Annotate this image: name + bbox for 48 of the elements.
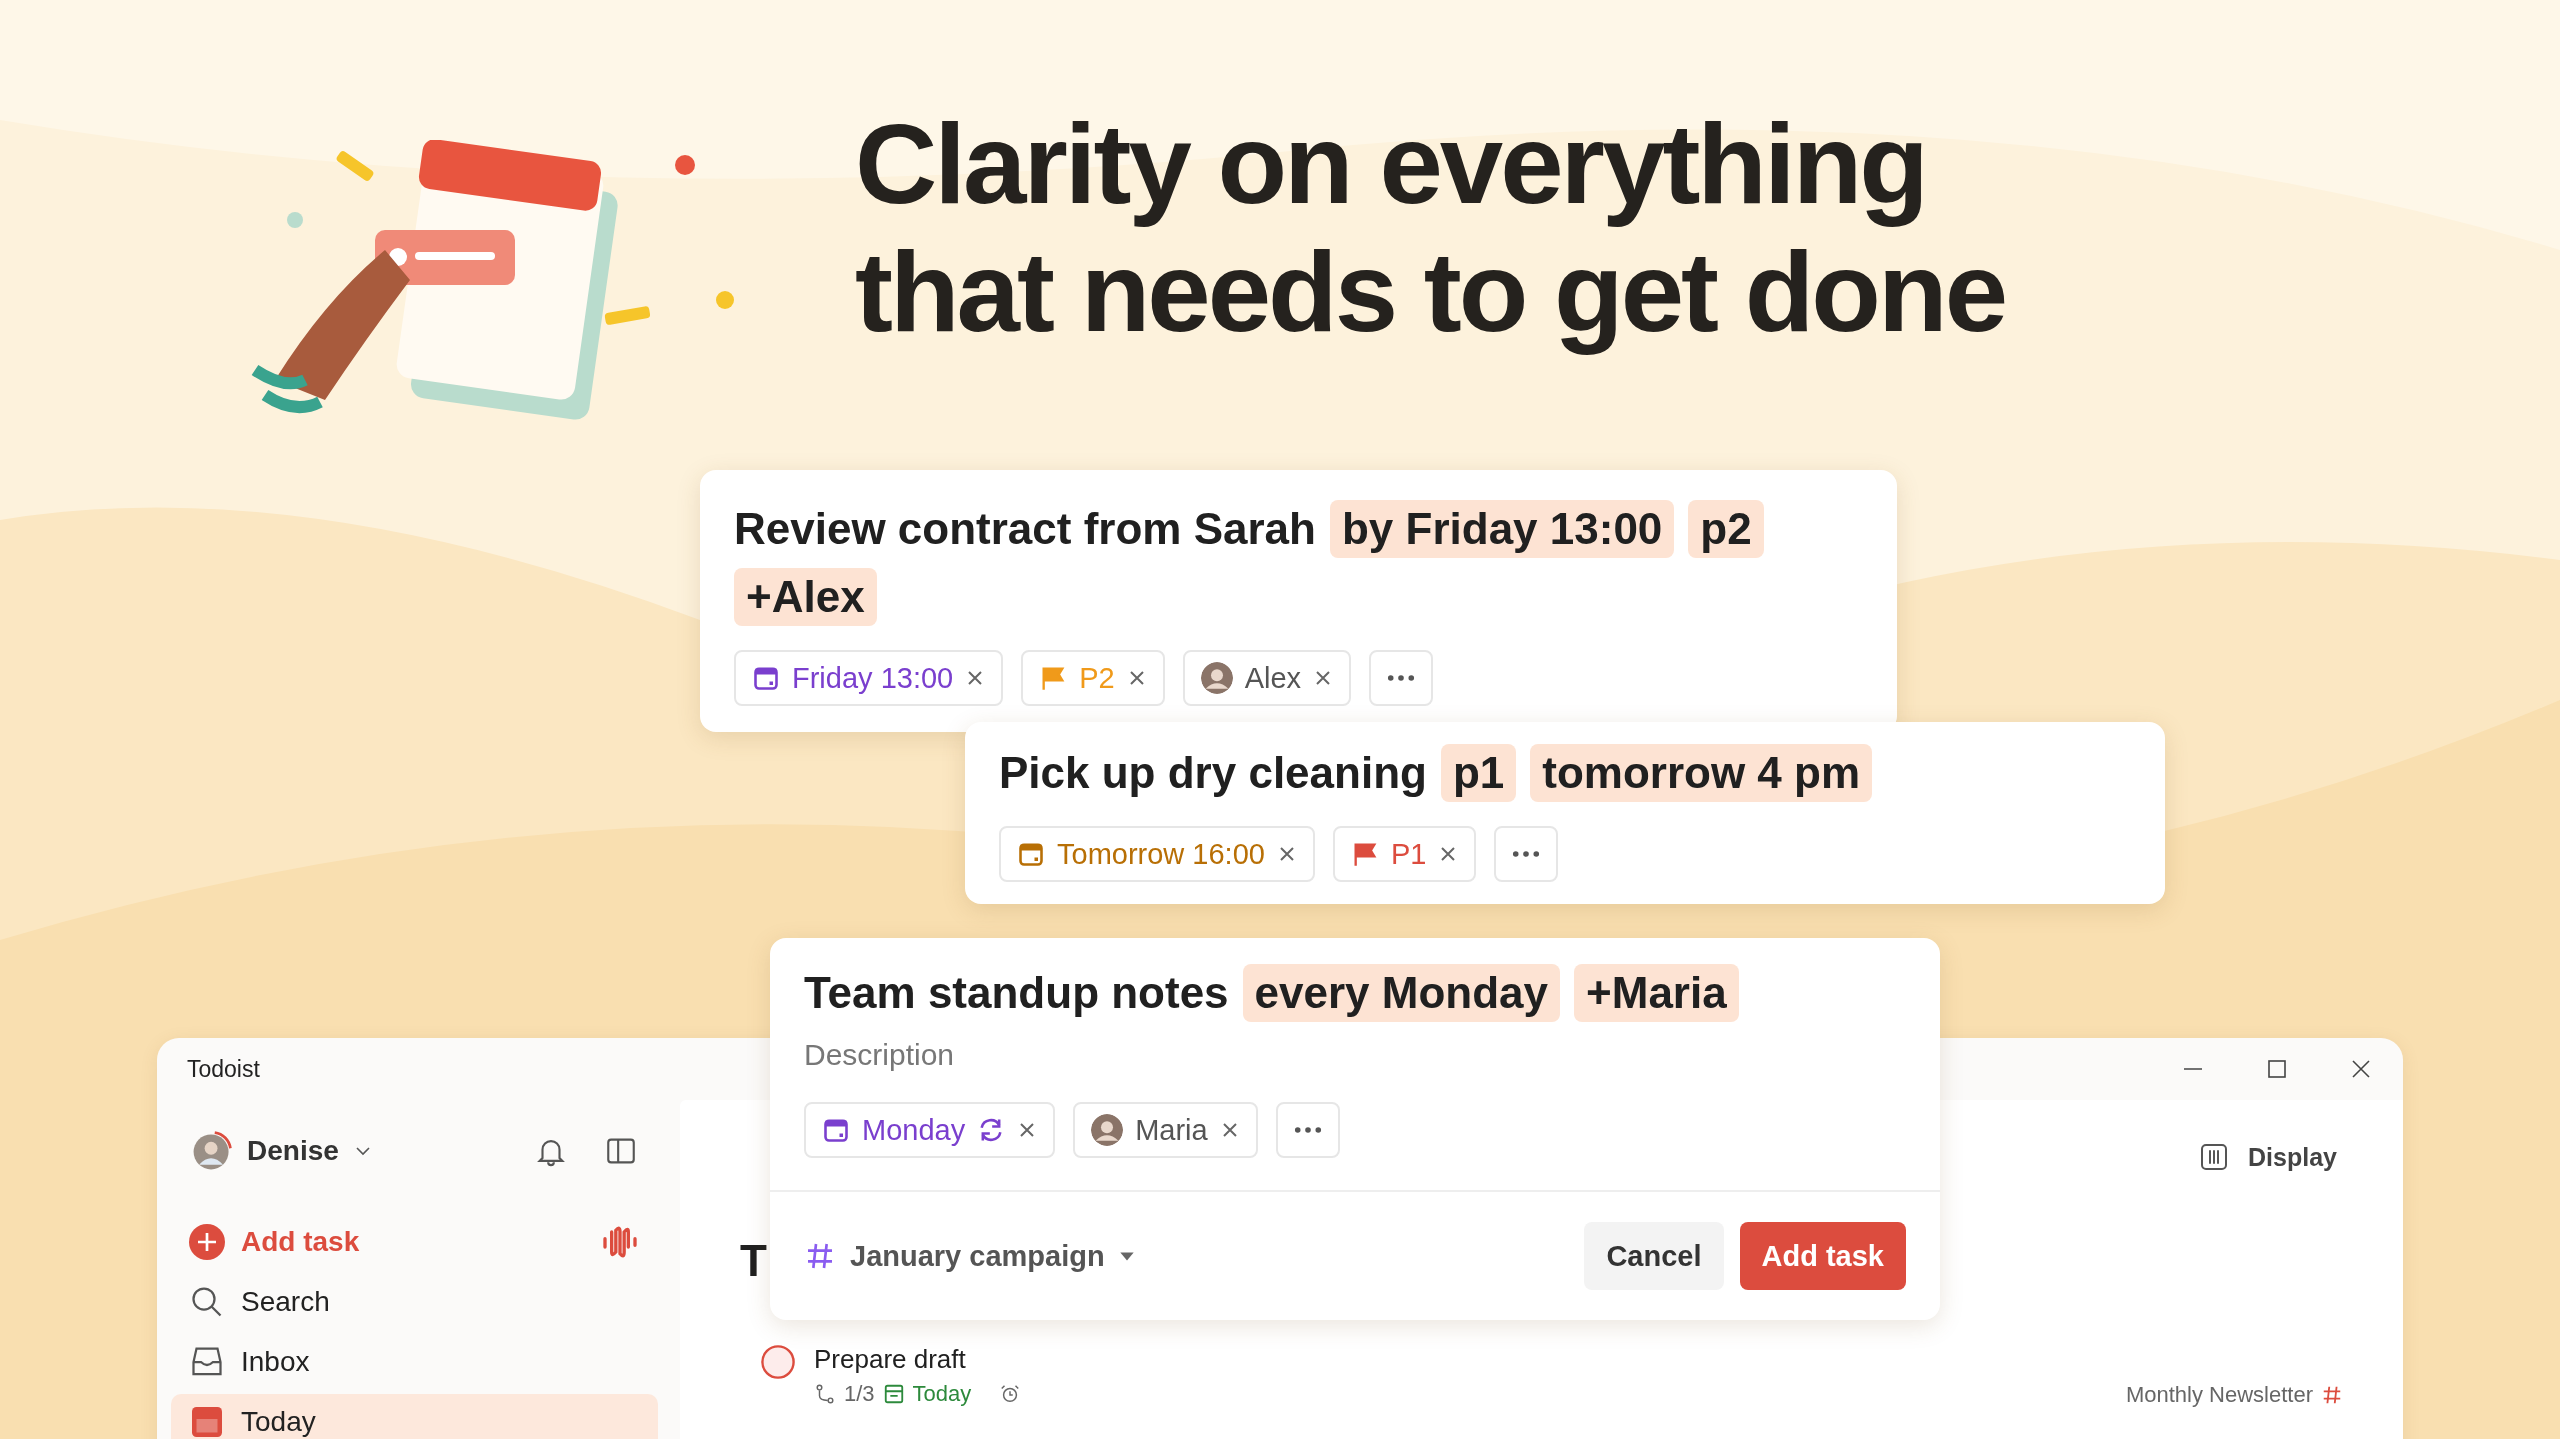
task-attribute-chip[interactable]: Alex <box>1182 650 1352 706</box>
task-attribute-chip[interactable]: P1 <box>1332 826 1477 882</box>
task-title: Review contract from Sarah <box>734 503 1316 555</box>
due-date: Today <box>912 1381 972 1407</box>
sidebar-item[interactable]: Today <box>171 1394 658 1439</box>
task-attribute-chip[interactable]: Maria <box>1073 1102 1258 1158</box>
display-button[interactable]: Display <box>2192 1140 2343 1174</box>
plus-icon <box>189 1224 225 1260</box>
more-icon <box>1387 674 1416 682</box>
parsed-token: tomorrow 4 pm <box>1530 744 1873 802</box>
subtask-icon <box>814 1383 836 1405</box>
calendar-icon <box>882 1383 905 1405</box>
user-menu[interactable]: Denise <box>189 1128 371 1174</box>
task-title: Pick up dry cleaning <box>999 747 1427 799</box>
sidebar-item[interactable]: Add task <box>171 1214 658 1270</box>
task-title: Team standup notes <box>804 967 1229 1019</box>
description-field[interactable]: Description <box>804 1038 1204 1072</box>
task-title: Prepare draft <box>814 1344 967 1375</box>
chevron-icon <box>354 1146 371 1156</box>
more-icon <box>1293 1126 1322 1134</box>
window-title: Todoist <box>187 1055 260 1083</box>
task-attribute-chip[interactable]: Friday 13:00 <box>734 650 1004 706</box>
sidebar-item[interactable]: Inbox <box>171 1334 658 1390</box>
parsed-token: +Maria <box>1574 964 1739 1022</box>
page-heading: T <box>740 1236 767 1286</box>
parsed-token: p1 <box>1440 744 1517 802</box>
subtask-count: 1/3 <box>844 1381 875 1407</box>
parsed-token: by Friday 13:00 <box>1329 500 1675 558</box>
task-attribute-chip[interactable]: Tomorrow 16:00 <box>999 826 1315 882</box>
project-selector[interactable]: January campaign <box>804 1239 1135 1273</box>
parsed-token: every Monday <box>1242 964 1561 1022</box>
headline: that needs to get done <box>855 228 2006 356</box>
project-label: Monthly Newsletter <box>2125 1382 2313 1408</box>
sidebar-item[interactable]: Search <box>171 1274 658 1330</box>
add-task-button[interactable]: Add task <box>1739 1222 1906 1290</box>
avatar-icon <box>1200 662 1233 694</box>
hash-icon <box>2321 1384 2343 1406</box>
parsed-token: +Alex <box>734 568 877 626</box>
task-attribute-chip[interactable]: Monday <box>804 1102 1056 1158</box>
avatar-icon <box>1091 1114 1124 1146</box>
task-checkbox[interactable] <box>760 1344 796 1380</box>
caret-icon <box>1118 1250 1135 1262</box>
calendar-icon <box>189 1404 225 1439</box>
cancel-button[interactable]: Cancel <box>1584 1222 1724 1290</box>
headline: Clarity on everything <box>855 100 1927 228</box>
more-icon <box>1512 850 1541 858</box>
maximize-icon[interactable] <box>2265 1057 2289 1081</box>
parsed-token: p2 <box>1688 500 1764 558</box>
